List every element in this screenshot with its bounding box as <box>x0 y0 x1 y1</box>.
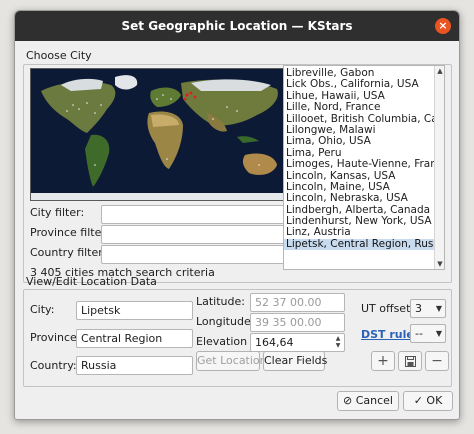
chevron-down-icon: ▼ <box>435 304 442 313</box>
city-filter-input[interactable] <box>101 205 293 224</box>
city-list-item[interactable]: Lindenhurst, New York, USA <box>284 216 434 227</box>
city-field[interactable]: Lipetsk <box>76 301 193 320</box>
close-button[interactable]: × <box>435 18 451 34</box>
elevation-spin-icon[interactable]: ▲ ▼ <box>334 335 342 350</box>
elevation-field[interactable]: 164,64 ▲ ▼ <box>250 333 345 352</box>
city-list-item[interactable]: Lipetsk, Central Region, Russia <box>284 238 434 251</box>
window-title: Set Geographic Location — KStars <box>121 19 353 33</box>
city-list-item[interactable]: Lima, Peru <box>284 148 434 159</box>
province-filter-input[interactable] <box>101 225 293 244</box>
city-list-item[interactable]: Lincoln, Nebraska, USA <box>284 193 434 204</box>
dst-rule-value: -- <box>415 327 423 340</box>
check-icon: ✓ <box>413 394 423 407</box>
save-icon <box>404 356 416 367</box>
close-icon: × <box>438 19 448 32</box>
get-location-button[interactable]: Get Location <box>196 351 267 371</box>
province-label: Province: <box>30 331 81 344</box>
elevation-label: Elevation <box>196 335 248 348</box>
longitude-label: Longitude: <box>196 315 255 328</box>
dst-rule-select[interactable]: -- ▼ <box>410 324 446 343</box>
country-filter-label: Country filter: <box>30 246 107 259</box>
dialog-window: Set Geographic Location — KStars × Choos… <box>14 10 460 420</box>
country-label: Country: <box>30 359 77 372</box>
province-filter-label: Province filter: <box>30 226 110 239</box>
city-list-item[interactable]: Limoges, Haute-Vienne, France <box>284 159 434 170</box>
elevation-value: 164,64 <box>255 336 294 349</box>
country-field[interactable]: Russia <box>76 356 193 375</box>
city-list-item[interactable]: Lihue, Hawaii, USA <box>284 91 434 102</box>
city-label: City: <box>30 303 55 316</box>
city-list-item[interactable]: Libreville, Gabon <box>284 68 434 79</box>
city-filter-label: City filter: <box>30 206 85 219</box>
city-list-item[interactable]: Lima, Ohio, USA <box>284 136 434 147</box>
remove-city-button[interactable]: − <box>425 351 449 371</box>
city-list-scrollbar[interactable]: ▲ ▼ <box>434 66 444 269</box>
longitude-field[interactable]: 39 35 00.00 <box>250 313 345 332</box>
plus-icon: + <box>377 353 389 369</box>
city-list-item[interactable]: Lincoln, Maine, USA <box>284 182 434 193</box>
city-list-item[interactable]: Linz, Austria <box>284 227 434 238</box>
location-data-title: View/Edit Location Data <box>26 275 157 288</box>
clear-fields-button[interactable]: Clear Fields <box>263 351 327 371</box>
city-list-item[interactable]: Lille, Nord, France <box>284 102 434 113</box>
add-city-button[interactable]: + <box>371 351 395 371</box>
title-bar: Set Geographic Location — KStars × <box>15 11 459 41</box>
cancel-label: Cancel <box>355 394 393 407</box>
province-field[interactable]: Central Region <box>76 329 193 348</box>
choose-city-title: Choose City <box>26 49 92 62</box>
city-list-item[interactable]: Lincoln, Kansas, USA <box>284 171 434 182</box>
ut-offset-label: UT offset: <box>361 302 415 315</box>
save-city-button[interactable] <box>398 351 422 371</box>
ok-button[interactable]: ✓ OK <box>403 391 453 411</box>
scroll-up-icon[interactable]: ▲ <box>435 66 444 76</box>
ut-offset-select[interactable]: 3 ▼ <box>410 299 446 318</box>
cancel-button[interactable]: ⊘ Cancel <box>337 391 399 411</box>
city-list-item[interactable]: Lindbergh, Alberta, Canada <box>284 205 434 216</box>
city-list-item[interactable]: Lilongwe, Malawi <box>284 125 434 136</box>
cancel-icon: ⊘ <box>343 394 353 407</box>
latitude-field[interactable]: 52 37 00.00 <box>250 293 345 312</box>
city-list-item[interactable]: Lillooet, British Columbia, Canada <box>284 114 434 125</box>
ut-offset-value: 3 <box>415 302 422 315</box>
city-list-items: Libreville, Gabon Lick Obs., California, … <box>284 68 434 251</box>
chevron-down-icon: ▼ <box>435 329 442 338</box>
latitude-label: Latitude: <box>196 295 245 308</box>
city-list[interactable]: Libreville, Gabon Lick Obs., California, … <box>283 65 445 270</box>
world-map[interactable] <box>30 68 294 201</box>
city-list-item[interactable]: Lick Obs., California, USA <box>284 79 434 90</box>
world-map-image <box>31 69 293 200</box>
scroll-down-icon[interactable]: ▼ <box>435 259 444 269</box>
minus-icon: − <box>431 353 443 369</box>
country-filter-input[interactable] <box>101 245 293 264</box>
ok-label: OK <box>426 394 443 407</box>
